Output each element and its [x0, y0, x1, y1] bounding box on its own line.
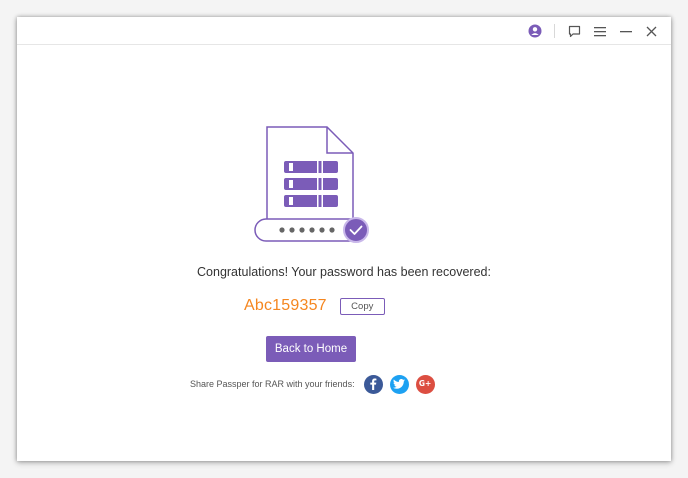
recovered-password: Abc159357: [244, 297, 327, 314]
account-button[interactable]: [525, 21, 545, 41]
minimize-icon: [620, 31, 632, 33]
menu-button[interactable]: [590, 21, 610, 41]
recovered-password-row: Abc159357 Copy: [244, 296, 385, 316]
feedback-icon: [568, 25, 580, 37]
title-bar: [17, 17, 671, 45]
facebook-share-button[interactable]: [363, 374, 383, 394]
menu-icon: [594, 26, 606, 36]
recovered-password-illustration: [254, 126, 369, 243]
main-content: Congratulations! Your password has been …: [17, 45, 671, 461]
desktop-background: Congratulations! Your password has been …: [0, 0, 688, 478]
congratulations-message: Congratulations! Your password has been …: [197, 265, 491, 279]
share-label: Share Passper for RAR with your friends:: [190, 379, 355, 389]
share-row: Share Passper for RAR with your friends:…: [190, 374, 442, 394]
twitter-share-button[interactable]: [389, 374, 409, 394]
titlebar-separator: [554, 24, 555, 38]
facebook-icon: [370, 378, 377, 390]
google-plus-icon: G+: [418, 379, 432, 389]
close-button[interactable]: [641, 21, 661, 41]
feedback-button[interactable]: [564, 21, 584, 41]
close-icon: [646, 26, 656, 36]
google-plus-share-button[interactable]: G+: [415, 374, 435, 394]
app-window: Congratulations! Your password has been …: [17, 17, 671, 461]
copy-button[interactable]: Copy: [339, 297, 385, 315]
back-to-home-button[interactable]: Back to Home: [266, 336, 356, 362]
minimize-button[interactable]: [616, 21, 636, 41]
account-icon: [528, 24, 542, 38]
twitter-icon: [393, 379, 406, 389]
